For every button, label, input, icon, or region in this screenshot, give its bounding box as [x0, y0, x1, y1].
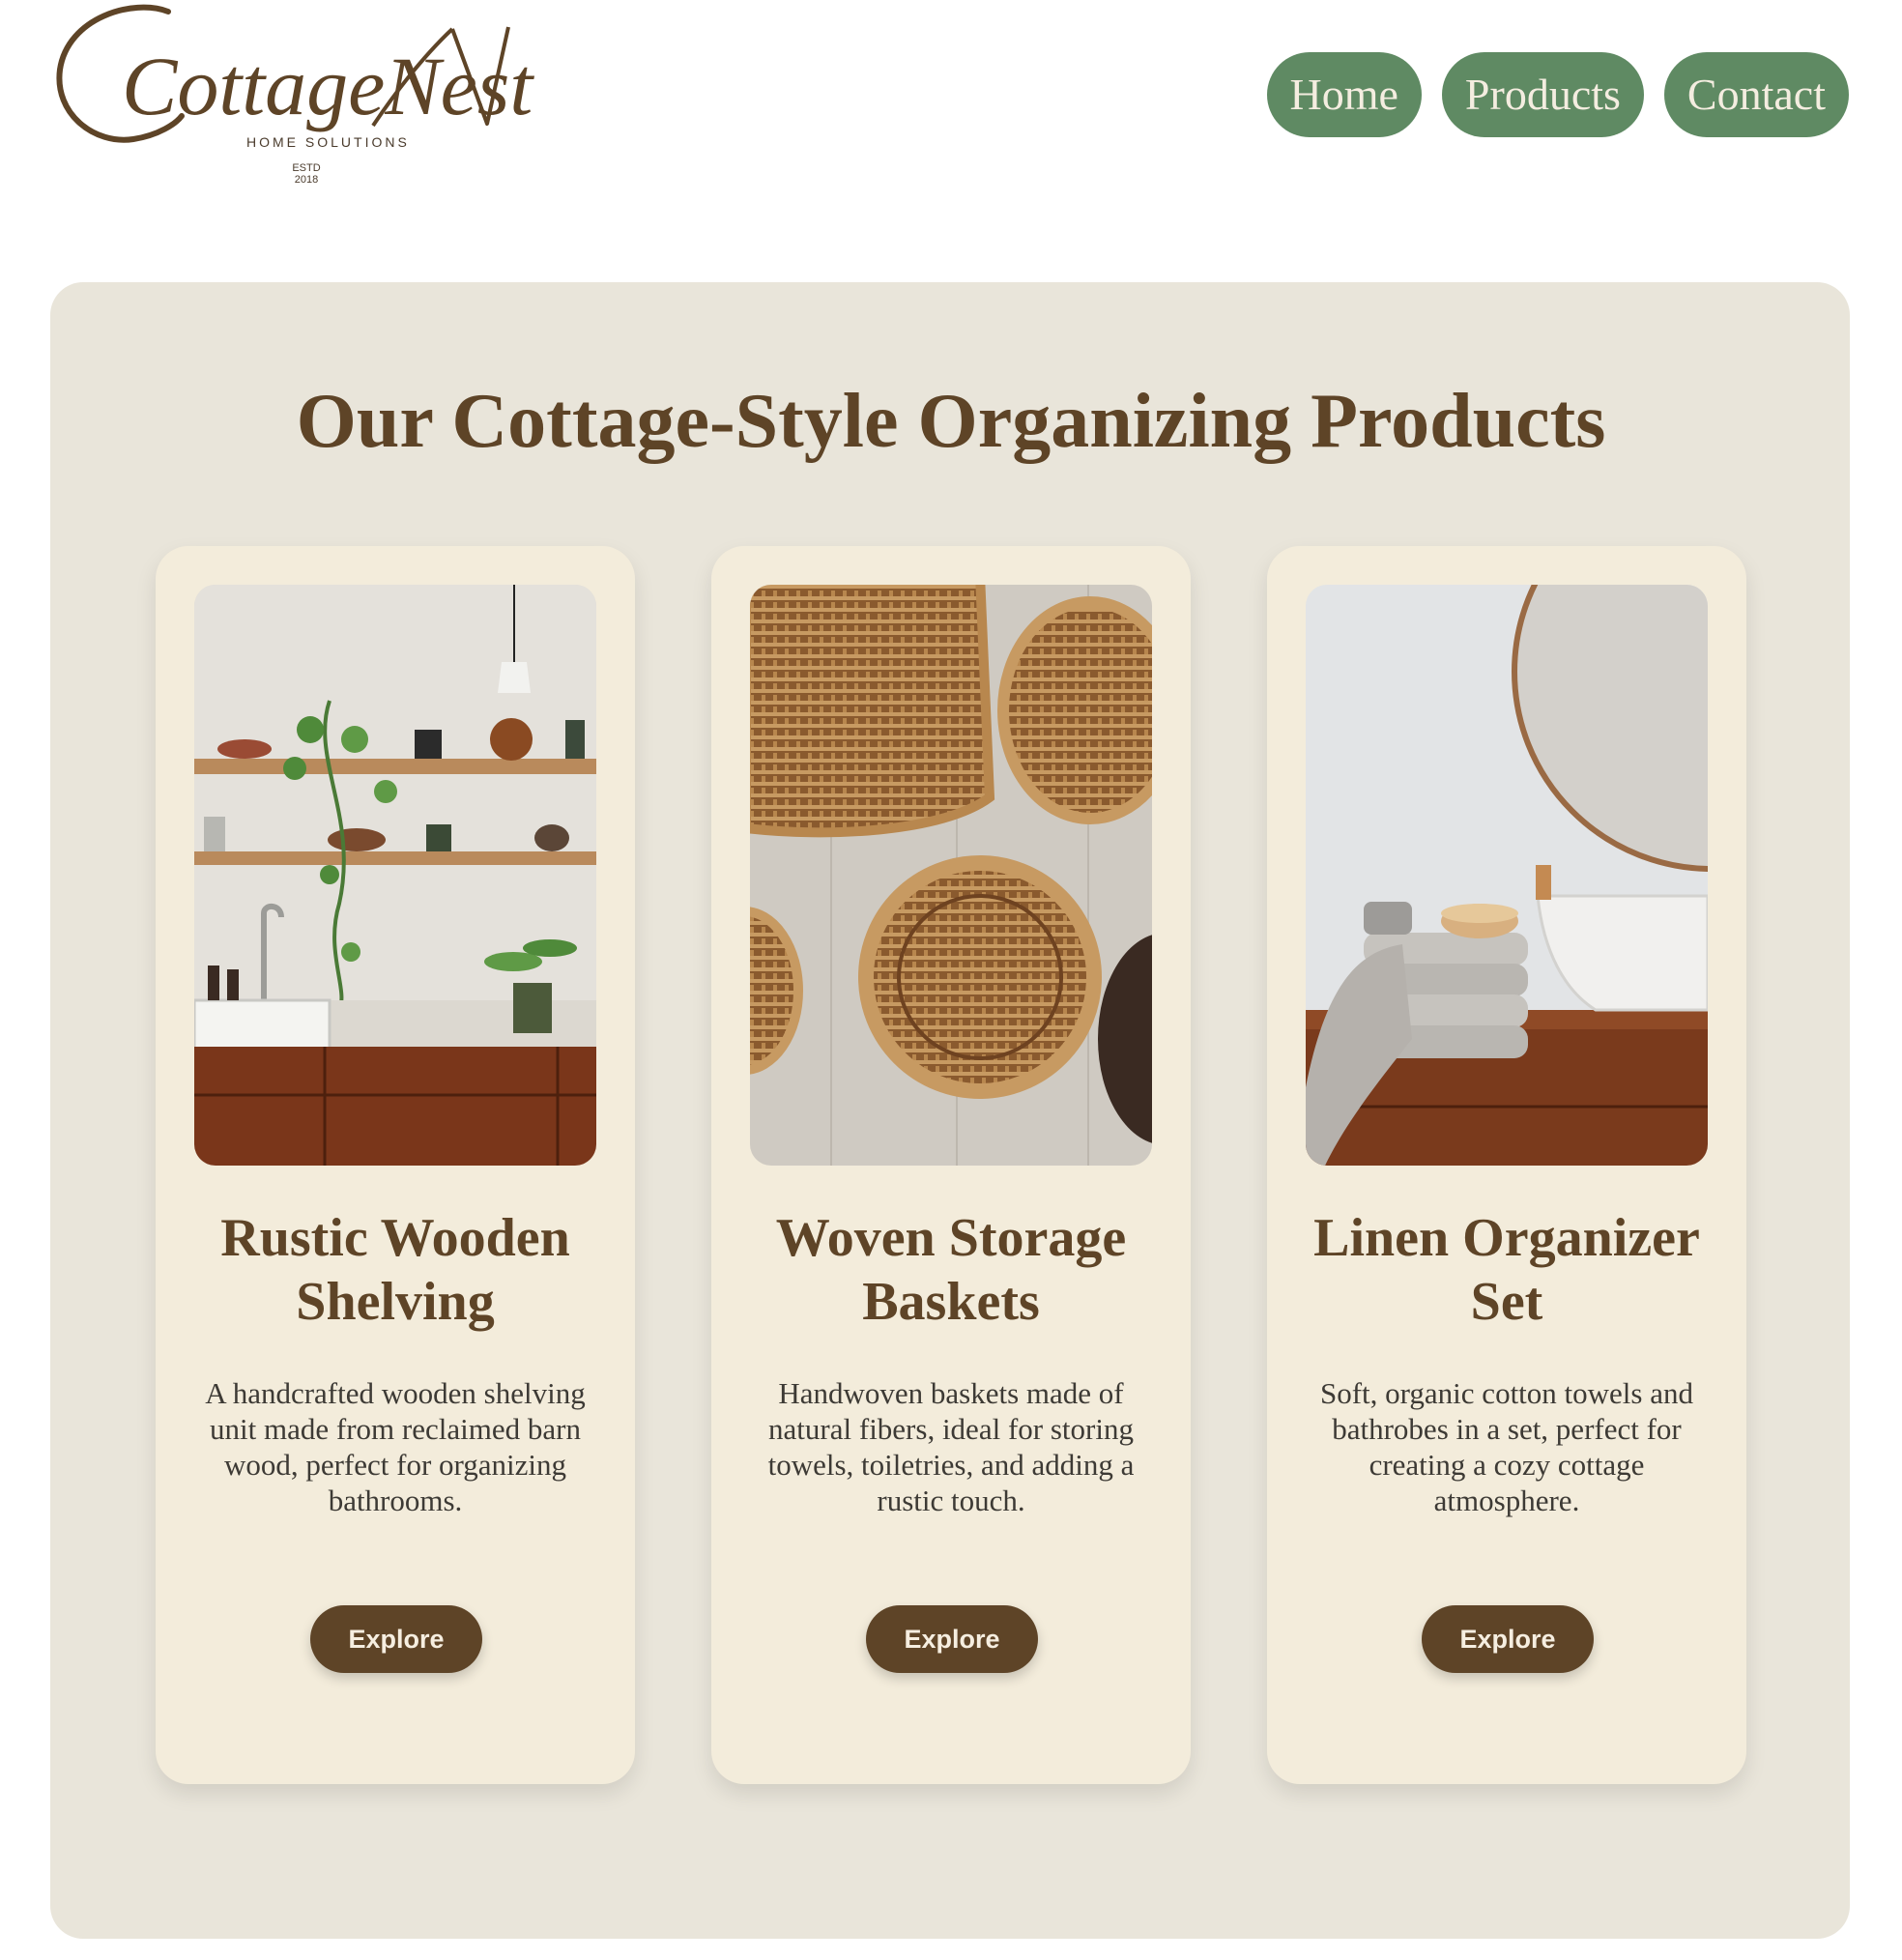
main-nav: Home Products Contact: [1266, 52, 1849, 137]
product-description: A handcrafted wooden shelving unit made …: [205, 1376, 586, 1517]
product-title: Woven Storage Baskets: [775, 1208, 1127, 1332]
product-title: Linen Organizer Set: [1313, 1208, 1700, 1332]
shelving-image: [194, 585, 596, 1166]
explore-button[interactable]: Explore: [310, 1605, 482, 1673]
cottage-nest-logo-mark: CottageNest HOME SOLUTIONS ESTD 2018: [56, 4, 534, 186]
nav-products-button[interactable]: Products: [1441, 52, 1644, 137]
explore-button[interactable]: Explore: [1422, 1605, 1594, 1673]
brand-logo[interactable]: CottageNest HOME SOLUTIONS ESTD 2018: [54, 0, 595, 193]
product-card-baskets: Woven Storage Baskets Handwoven baskets …: [711, 546, 1191, 1784]
logo-wordmark-1: CottageNest: [122, 40, 534, 132]
product-card-shelving: Rustic Wooden Shelving A handcrafted woo…: [156, 546, 635, 1784]
nav-contact-button[interactable]: Contact: [1663, 52, 1849, 137]
nav-home-button[interactable]: Home: [1266, 52, 1422, 137]
linen-image: [1306, 585, 1708, 1166]
product-description: Soft, organic cotton towels and bathrobe…: [1319, 1376, 1693, 1517]
page-title: Our Cottage-Style Organizing Products: [296, 379, 1606, 464]
baskets-image: [750, 585, 1152, 1166]
explore-button[interactable]: Explore: [866, 1605, 1038, 1673]
logo-estd: ESTD: [292, 162, 320, 174]
logo-tagline: HOME SOLUTIONS: [246, 134, 410, 150]
product-description: Handwoven baskets made of natural fibers…: [767, 1376, 1135, 1517]
product-card-linen: Linen Organizer Set Soft, organic cotton…: [1267, 546, 1746, 1784]
logo-year: 2018: [295, 174, 318, 186]
product-title: Rustic Wooden Shelving: [220, 1208, 570, 1332]
